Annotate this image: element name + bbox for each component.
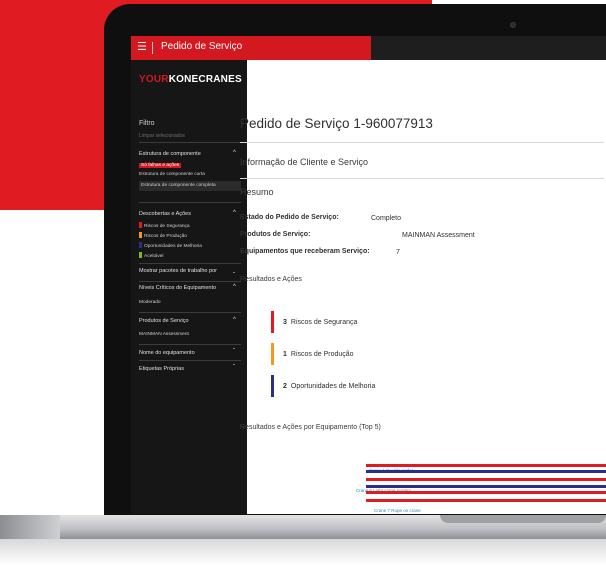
chart-bar-improvement [366,485,606,488]
top-bar-dark [371,36,606,60]
improvement-color-icon [139,242,142,248]
divider [139,281,241,282]
option-only-failures[interactable]: Só falhas e ações [139,163,182,168]
improvement-bar [271,375,274,397]
divider [240,142,604,143]
laptop-notch [440,515,606,523]
chart-bar-safety [366,499,606,502]
result-safety: 3 Riscos de Segurança [283,319,358,326]
chevron-down-icon[interactable]: ˇ [233,349,235,355]
divider [139,263,241,264]
option-production-risks[interactable]: Riscos de Produção [139,232,187,239]
hamburger-menu-icon[interactable]: ☰ [137,42,147,53]
field-products-label: Produtos de Serviço: [240,231,311,238]
chevron-down-icon[interactable]: ˇ [233,273,235,279]
chevron-up-icon[interactable]: ^ [233,150,236,156]
option-complete-structure[interactable]: Estrutura de componente completa [139,181,241,191]
divider [139,312,241,313]
laptop-shadow [0,539,606,565]
option-improvement[interactable]: Oportunidades de Melhoria [139,242,202,249]
safety-color-icon [139,222,142,228]
field-products-value: MAINMAN Assessment [402,232,475,239]
chevron-up-icon[interactable]: ^ [233,210,236,216]
top-bar-separator [152,42,153,54]
option-mainman[interactable]: MAINMAN Assessment [139,332,189,337]
divider [139,344,241,345]
equipment-label: Crane 7 Rope on crane [374,508,421,513]
chevron-up-icon[interactable]: ^ [233,284,236,290]
sidebar: YOURKONECRANES Filtro Limpar selecionado… [131,60,247,514]
chart-bar-safety [366,478,606,481]
section-critical-levels[interactable]: Níveis Críticos do Equipamento [139,285,216,291]
chevron-down-icon[interactable]: ˇ [233,365,235,371]
camera-icon [510,22,516,28]
laptop-screen: ☰ Pedido de Serviço YOURKONECRANES Filtr… [131,36,606,514]
section-service-products[interactable]: Produtos de Serviço [139,318,189,324]
section-subtitle: Informação de Cliente e Serviço [240,157,369,167]
filter-title: Filtro [139,120,155,127]
chart-bar-safety [366,464,606,467]
acceptable-color-icon [139,252,142,258]
option-acceptable[interactable]: Aceitável [139,252,163,259]
chart-bar-safety [366,491,606,494]
section-component-structure[interactable]: Estrutura de componente [139,151,201,157]
section-work-packages[interactable]: Mostrar pacotes de trabalho por [139,268,217,274]
equipment-results-title: Resultados e Ações por Equipamento (Top … [240,424,381,431]
summary-title: Resumo [240,187,274,197]
field-status-label: Estado do Pedido de Serviço: [240,214,339,221]
option-moderate[interactable]: Moderado [139,300,161,305]
option-short-structure[interactable]: Estrutura de componente curta [139,172,205,177]
result-production: 1 Riscos de Produção [283,351,354,358]
divider [139,142,241,143]
field-status-value: Completo [371,215,401,222]
divider [139,360,241,361]
clear-selected-link[interactable]: Limpar selecionados [139,133,185,139]
field-equipment-label: Equipamentos que receberam Serviço: [240,248,370,255]
chevron-up-icon[interactable]: ^ [233,317,236,323]
option-safety-risks[interactable]: Riscos de Segurança [139,222,190,229]
production-color-icon [139,232,142,238]
chart-bar-improvement [366,470,606,473]
section-own-tags[interactable]: Etiquetas Próprias [139,366,184,372]
laptop-base-edge [0,515,60,539]
logo: YOURKONECRANES [139,74,242,85]
section-equipment-name[interactable]: Nome do equipamento [139,350,195,356]
field-equipment-value: 7 [396,249,400,256]
divider [240,178,604,179]
divider [139,202,241,203]
page-title: Pedido de Serviço 1-960077913 [240,116,433,131]
window-title: Pedido de Serviço [161,41,243,52]
result-improvement: 2 Oportunidades de Melhoria [283,383,376,390]
results-title: Resultados e Ações [240,276,302,283]
production-bar [271,343,274,365]
safety-bar [271,311,274,333]
section-findings-actions[interactable]: Descobertas e Ações [139,211,191,217]
